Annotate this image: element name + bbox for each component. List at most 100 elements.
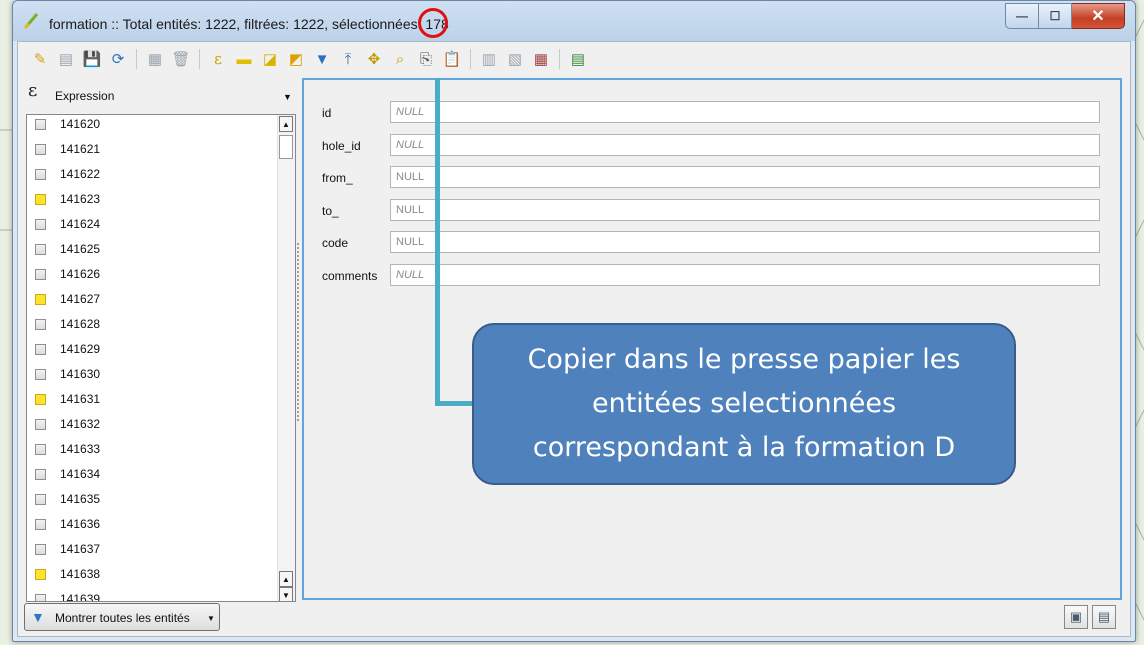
scroll-down-button[interactable]: ▼: [279, 587, 293, 601]
reload-icon[interactable]: ⟳: [106, 47, 130, 71]
form-view-button[interactable]: ▣: [1064, 605, 1088, 629]
maximize-button[interactable]: ☐: [1039, 3, 1072, 29]
selection-checkbox[interactable]: [35, 494, 46, 505]
list-item[interactable]: 141639: [27, 587, 275, 602]
toggle-editing-icon[interactable]: ✎: [28, 47, 52, 71]
list-item-label: 141626: [60, 267, 101, 281]
select-by-expression-icon[interactable]: ε: [206, 47, 230, 71]
list-item-label: 141633: [60, 442, 101, 456]
delete-selected-icon[interactable]: 🗑: [169, 47, 193, 71]
selection-checkbox[interactable]: [35, 294, 46, 305]
list-item[interactable]: 141624: [27, 212, 275, 237]
list-item[interactable]: 141627: [27, 287, 275, 312]
selection-checkbox[interactable]: [35, 119, 46, 130]
list-item[interactable]: 141636: [27, 512, 275, 537]
selection-checkbox[interactable]: [35, 444, 46, 455]
table-view-button[interactable]: ▤: [1092, 605, 1116, 629]
selection-checkbox[interactable]: [35, 344, 46, 355]
add-feature-icon[interactable]: ▦: [143, 47, 167, 71]
show-all-features-button[interactable]: ▼ Montrer toutes les entités ▼: [24, 603, 220, 631]
display-expression-selector[interactable]: ε Expression ▼: [24, 76, 294, 112]
deselect-all-icon[interactable]: ◩: [284, 47, 308, 71]
form-row-to: to_ NULL: [322, 198, 1112, 223]
window-controls: — ☐ ✕: [1005, 3, 1125, 29]
list-item[interactable]: 141628: [27, 312, 275, 337]
list-item-label: 141631: [60, 392, 101, 406]
field-input[interactable]: NULL: [390, 231, 1100, 253]
list-item[interactable]: 141629: [27, 337, 275, 362]
feature-list[interactable]: ▲ ▲ ▼ 141620 141621 141622 141623 141624 1416…: [26, 114, 296, 602]
list-item-label: 141635: [60, 492, 101, 506]
list-item[interactable]: 141625: [27, 237, 275, 262]
close-button[interactable]: ✕: [1072, 3, 1125, 29]
list-item-label: 141623: [60, 192, 101, 206]
conditional-formatting-icon[interactable]: ▤: [566, 47, 590, 71]
scroll-up-button[interactable]: ▲: [279, 571, 293, 587]
selection-checkbox[interactable]: [35, 594, 46, 601]
field-input[interactable]: NULL: [390, 198, 1100, 221]
save-edits-icon[interactable]: 💾: [80, 47, 104, 71]
selection-checkbox[interactable]: [35, 469, 46, 480]
field-calculator-icon[interactable]: ▦: [529, 47, 553, 71]
selection-checkbox[interactable]: [35, 194, 46, 205]
list-item[interactable]: 141635: [27, 487, 275, 512]
form-row-code: code NULL: [322, 231, 1112, 255]
field-label: from_: [322, 171, 353, 185]
move-selection-to-top-icon[interactable]: ⤒: [336, 47, 360, 71]
list-item[interactable]: 141632: [27, 412, 275, 437]
filter-select-icon[interactable]: ▼: [310, 47, 334, 71]
select-all-icon[interactable]: ▬: [232, 47, 256, 71]
copy-selected-rows-icon[interactable]: ⎘: [414, 47, 438, 71]
multi-edit-icon[interactable]: ▤: [54, 47, 78, 71]
selection-checkbox[interactable]: [35, 219, 46, 230]
selection-checkbox[interactable]: [35, 419, 46, 430]
list-item[interactable]: 141634: [27, 462, 275, 487]
field-input[interactable]: NULL: [390, 166, 1100, 188]
selection-checkbox[interactable]: [35, 519, 46, 530]
list-item[interactable]: 141631: [27, 387, 275, 412]
chevron-down-icon[interactable]: ▼: [283, 92, 292, 102]
scroll-thumb[interactable]: [279, 135, 293, 159]
new-field-icon[interactable]: ▥: [477, 47, 501, 71]
list-item[interactable]: 141622: [27, 162, 275, 187]
title-bar[interactable]: formation :: Total entités: 1222, filtré…: [13, 1, 1135, 41]
zoom-to-selection-icon[interactable]: ⌕: [388, 47, 412, 71]
expression-label: Expression: [55, 89, 115, 103]
selection-checkbox[interactable]: [35, 244, 46, 255]
chevron-down-icon: ▼: [207, 614, 215, 623]
list-item[interactable]: 141630: [27, 362, 275, 387]
delete-field-icon[interactable]: ▧: [503, 47, 527, 71]
form-row-comments: comments NULL: [322, 263, 1112, 288]
list-item[interactable]: 141633: [27, 437, 275, 462]
list-item[interactable]: 141638: [27, 562, 275, 587]
list-item[interactable]: 141623: [27, 187, 275, 212]
minimize-button[interactable]: —: [1005, 3, 1039, 29]
paste-features-icon[interactable]: 📋: [440, 47, 464, 71]
selection-checkbox[interactable]: [35, 269, 46, 280]
selection-checkbox[interactable]: [35, 369, 46, 380]
vertical-scrollbar[interactable]: ▲ ▲ ▼: [277, 115, 295, 601]
panel-splitter[interactable]: [296, 242, 300, 422]
invert-selection-icon[interactable]: ◪: [258, 47, 282, 71]
toolbar-separator: [136, 49, 137, 69]
selection-checkbox[interactable]: [35, 394, 46, 405]
list-item-label: 141629: [60, 342, 101, 356]
selection-checkbox[interactable]: [35, 319, 46, 330]
list-item[interactable]: 141626: [27, 262, 275, 287]
field-input[interactable]: NULL: [390, 133, 1100, 156]
field-input[interactable]: NULL: [390, 263, 1100, 286]
attribute-table-window: formation :: Total entités: 1222, filtré…: [12, 0, 1136, 642]
list-item[interactable]: 141637: [27, 537, 275, 562]
list-item[interactable]: 141621: [27, 137, 275, 162]
field-input[interactable]: NULL: [390, 101, 1100, 123]
selection-checkbox[interactable]: [35, 569, 46, 580]
list-item[interactable]: 141620: [27, 115, 275, 137]
pan-map-to-selection-icon[interactable]: ✥: [362, 47, 386, 71]
selection-checkbox[interactable]: [35, 169, 46, 180]
scroll-up-button[interactable]: ▲: [279, 116, 293, 132]
selection-checkbox[interactable]: [35, 144, 46, 155]
selection-checkbox[interactable]: [35, 544, 46, 555]
list-item-label: 141639: [60, 592, 101, 602]
list-item-label: 141630: [60, 367, 101, 381]
toolbar: ✎ ▤ 💾 ⟳ ▦ 🗑 ε ▬ ◪ ◩ ▼ ⤒ ✥ ⌕ ⎘ 📋 ▥ ▧ ▦ ▤: [18, 42, 1130, 76]
